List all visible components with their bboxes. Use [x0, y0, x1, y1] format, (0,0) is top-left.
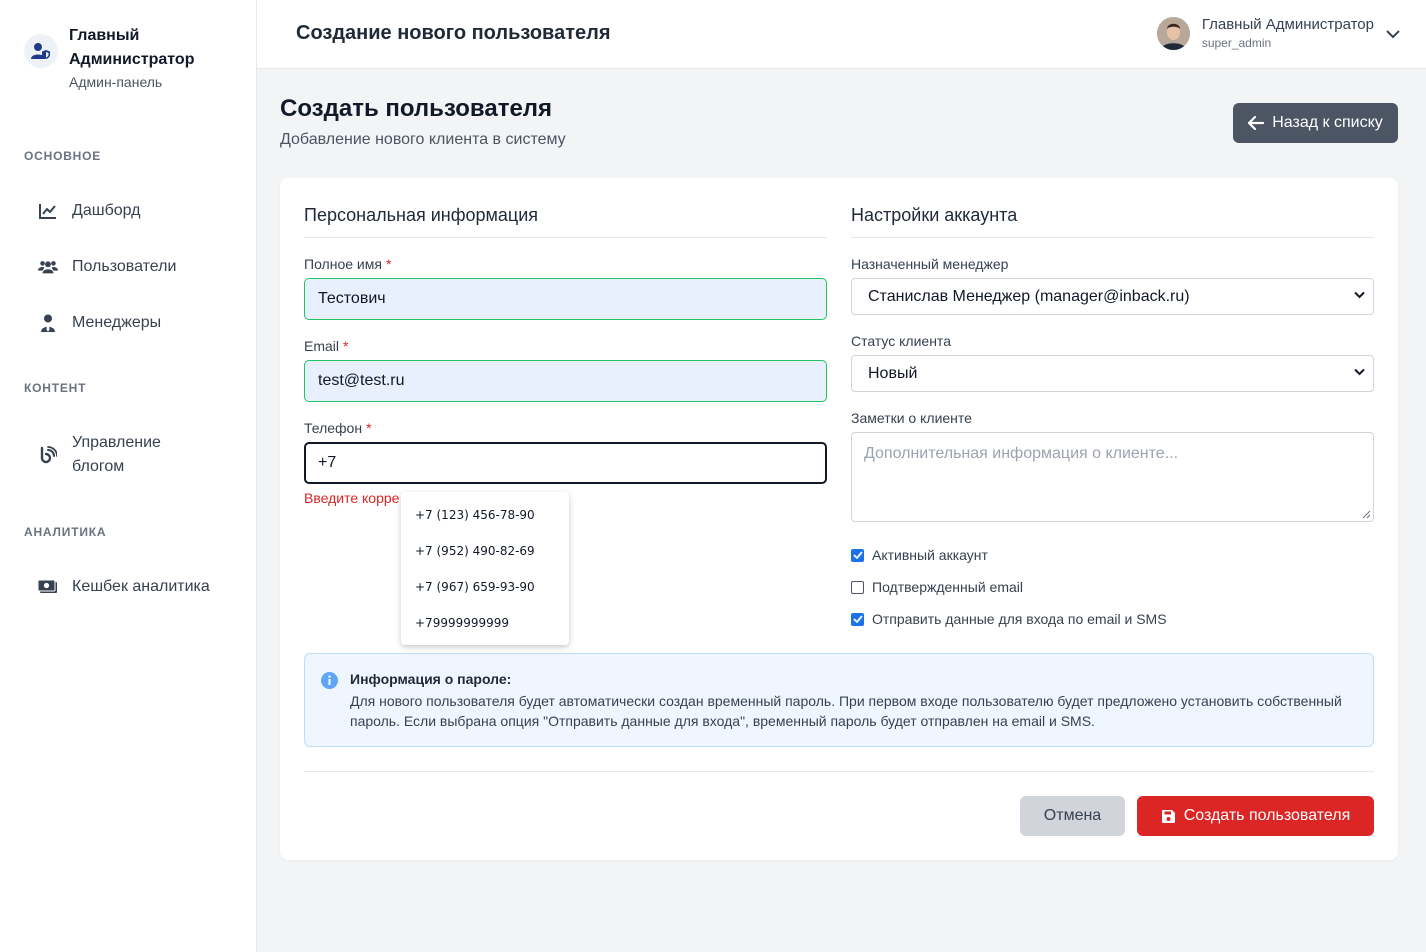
status-label: Статус клиента [851, 333, 951, 349]
user-shield-icon [24, 34, 58, 68]
manager-label: Назначенный менеджер [851, 256, 1009, 272]
active-account-checkbox[interactable]: Активный аккаунт [851, 547, 988, 563]
full-name-label: Полное имя * [304, 256, 391, 272]
top-header: Создание нового пользователя Главный Адм… [257, 0, 1426, 69]
checkbox-label: Активный аккаунт [872, 547, 988, 563]
notes-label: Заметки о клиенте [851, 410, 972, 426]
checkbox-unchecked-icon[interactable] [851, 580, 864, 594]
chevron-down-icon [1354, 368, 1365, 376]
phone-suggestion-item[interactable]: +7 (952) 490-82-69 [415, 544, 535, 558]
brand-name: Главный Администратор [69, 27, 195, 68]
user-menu[interactable]: Главный Администратор super_admin [1156, 16, 1400, 51]
money-bill-icon [38, 577, 58, 597]
checkbox-checked-icon[interactable] [851, 548, 864, 562]
phone-suggestion-item[interactable]: +7 (967) 659-93-90 [415, 580, 535, 594]
send-credentials-checkbox[interactable]: Отправить данные для входа по email и SM… [851, 611, 1167, 627]
submit-label: Создать пользователя [1183, 807, 1351, 824]
full-name-input[interactable]: Тестович [304, 278, 827, 320]
users-icon [38, 257, 58, 277]
required-mark: * [366, 420, 372, 436]
email-label: Email * [304, 338, 348, 354]
sidebar-item-users[interactable]: Пользователи [38, 257, 176, 277]
select-value: Станислав Менеджер (manager@inback.ru) [868, 287, 1190, 305]
user-login: super_admin [1201, 36, 1272, 50]
checkbox-label: Подтвержденный email [872, 579, 1023, 595]
notes-textarea[interactable]: Дополнительная информация о клиенте... [851, 432, 1374, 522]
sidebar-item-label: Управление блогом [72, 434, 161, 475]
resize-grip-icon[interactable] [1362, 510, 1371, 519]
required-mark: * [343, 338, 349, 354]
section-title-main: ОСНОВНОЕ [24, 149, 102, 163]
page-subtitle: Добавление нового клиента в систему [280, 131, 566, 148]
page-title: Создать пользователя [280, 95, 553, 122]
divider [304, 771, 1374, 772]
sidebar-item-cashback[interactable]: Кешбек аналитика [38, 577, 210, 597]
manager-select[interactable]: Станислав Менеджер (manager@inback.ru) [851, 278, 1374, 315]
user-name: Главный Администратор [1201, 16, 1374, 33]
info-text: Для нового пользователя будет автоматиче… [350, 693, 1342, 729]
header-title: Создание нового пользователя [296, 22, 611, 44]
avatar [1156, 17, 1190, 50]
info-circle-icon [321, 672, 338, 689]
chart-line-icon [38, 201, 58, 221]
chevron-down-icon [1386, 26, 1400, 44]
email-input[interactable]: test@test.ru [304, 360, 827, 402]
sidebar-brand: Главный Администратор Админ-панель [24, 24, 219, 92]
label-text: Телефон [304, 420, 363, 436]
save-icon [1161, 809, 1175, 823]
back-to-list-button[interactable]: Назад к списку [1233, 103, 1398, 143]
chevron-down-icon [1354, 291, 1365, 299]
sidebar-item-managers[interactable]: Менеджеры [38, 313, 161, 333]
phone-input[interactable]: +7 [304, 442, 827, 484]
arrow-left-icon [1248, 116, 1265, 130]
sidebar-item-dashboard[interactable]: Дашборд [38, 201, 141, 221]
status-select[interactable]: Новый [851, 355, 1374, 392]
section-title-content: КОНТЕНТ [24, 381, 87, 395]
create-user-button[interactable]: Создать пользователя [1137, 796, 1374, 836]
checkbox-checked-icon[interactable] [851, 612, 864, 626]
cancel-button[interactable]: Отмена [1020, 796, 1125, 836]
divider [304, 237, 827, 238]
sidebar-item-label: Кешбек аналитика [72, 578, 210, 595]
confirmed-email-checkbox[interactable]: Подтвержденный email [851, 579, 1023, 595]
select-value: Новый [868, 364, 918, 382]
cancel-label: Отмена [1043, 807, 1102, 824]
sidebar: Главный Администратор Админ-панель ОСНОВ… [0, 0, 257, 952]
phone-suggestion-item[interactable]: +79999999999 [415, 616, 509, 630]
input-value: Тестович [318, 290, 386, 307]
required-mark: * [385, 256, 392, 272]
input-value: +7 [318, 454, 337, 471]
back-button-label: Назад к списку [1272, 114, 1383, 131]
info-title: Информация о пароле: [350, 671, 512, 687]
account-settings-title: Настройки аккаунта [851, 205, 1018, 225]
divider [851, 237, 1374, 238]
input-value: test@test.ru [318, 372, 405, 389]
personal-info-title: Персональная информация [304, 205, 539, 225]
sidebar-item-blog[interactable]: Управление блогом [38, 431, 192, 479]
notes-placeholder: Дополнительная информация о клиенте... [864, 445, 1179, 462]
blog-icon [38, 445, 58, 465]
user-tie-icon [38, 313, 58, 333]
brand-subtitle: Админ-панель [69, 74, 163, 90]
checkbox-label: Отправить данные для входа по email и SM… [872, 611, 1167, 627]
password-info-box: Информация о пароле: Для нового пользова… [304, 653, 1374, 747]
section-title-analytics: АНАЛИТИКА [24, 525, 107, 539]
sidebar-item-label: Пользователи [72, 258, 177, 275]
phone-suggestion-item[interactable]: +7 (123) 456-78-90 [415, 508, 535, 522]
phone-suggestions-dropdown: +7 (123) 456-78-90 +7 (952) 490-82-69 +7… [401, 492, 569, 645]
sidebar-item-label: Дашборд [72, 202, 141, 219]
phone-label: Телефон * [304, 420, 372, 436]
phone-error-text: Введите корре [304, 490, 400, 506]
label-text: Email [304, 338, 340, 354]
sidebar-item-label: Менеджеры [72, 314, 162, 331]
label-text: Полное имя [304, 256, 382, 272]
